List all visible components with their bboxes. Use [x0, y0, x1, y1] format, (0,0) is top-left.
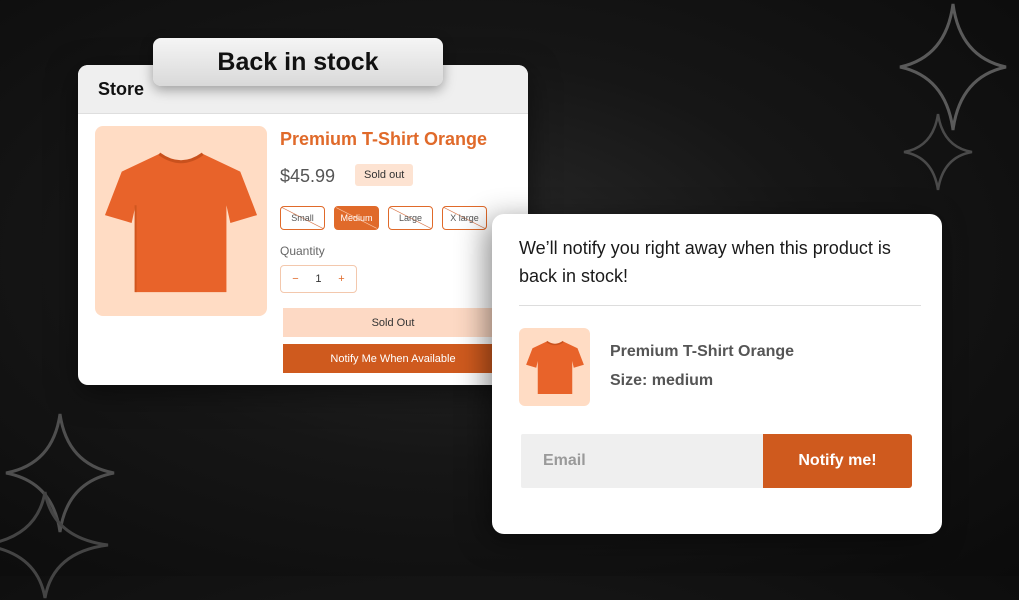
product-title: Premium T-Shirt Orange [280, 129, 488, 149]
quantity-stepper: − 1 + [280, 265, 357, 293]
product-thumbnail [519, 328, 590, 406]
divider [519, 305, 921, 306]
size-option-large[interactable]: Large [388, 206, 433, 230]
size-option-small[interactable]: Small [280, 206, 325, 230]
size-option-x-large[interactable]: X large [442, 206, 487, 230]
quantity-value[interactable]: 1 [315, 273, 321, 285]
store-title: Store [98, 78, 145, 99]
notify-me-card: We’ll notify you right away when this pr… [492, 214, 942, 534]
product-price: $45.99 [280, 166, 336, 186]
notify-when-available-button[interactable]: Notify Me When Available [283, 344, 503, 373]
sparkle-icon [0, 491, 109, 599]
quantity-decrement-button[interactable]: − [286, 273, 304, 285]
back-in-stock-banner: Back in stock [153, 38, 443, 86]
notify-product-size: Size: medium [610, 372, 714, 389]
quantity-increment-button[interactable]: + [333, 273, 351, 285]
size-options: Small Medium Large X large [280, 206, 487, 230]
notify-product-name: Premium T-Shirt Orange [610, 343, 795, 360]
quantity-label: Quantity [280, 244, 325, 258]
size-option-medium[interactable]: Medium [334, 206, 379, 230]
banner-title: Back in stock [217, 47, 379, 76]
notify-me-button[interactable]: Notify me! [763, 434, 912, 488]
sold-out-button[interactable]: Sold Out [283, 308, 503, 337]
sold-out-badge: Sold out [355, 164, 414, 186]
email-input[interactable] [521, 434, 763, 488]
tshirt-icon [104, 152, 258, 293]
tshirt-icon [525, 340, 584, 394]
product-image [95, 126, 267, 316]
sparkle-icon [903, 113, 973, 191]
store-product-card: Store Premium T-Shirt Orange $45.99 Sold… [78, 65, 528, 385]
notify-message: We’ll notify you right away when this pr… [519, 238, 891, 286]
